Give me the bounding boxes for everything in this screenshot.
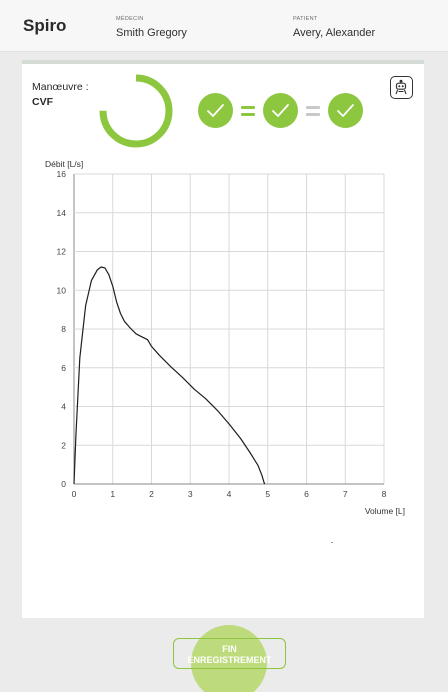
end-recording-button[interactable]: FIN ENREGISTREMENT <box>173 638 286 669</box>
x-tick-label: 2 <box>149 489 154 499</box>
x-tick-label: 4 <box>227 489 232 499</box>
y-tick-label: 4 <box>61 402 66 412</box>
y-axis-label: Débit [L/s] <box>45 159 83 169</box>
doctor-name: Smith Gregory <box>116 27 187 39</box>
measurement-card: Manœuvre : CVF Débit [L/s] Volume [L] 01… <box>22 60 424 618</box>
y-tick-label: 2 <box>61 440 66 450</box>
y-tick-label: 10 <box>57 285 67 295</box>
x-tick-label: 0 <box>72 489 77 499</box>
flow-volume-curve <box>73 266 266 485</box>
y-tick-label: 12 <box>57 247 67 257</box>
x-tick-label: 5 <box>265 489 270 499</box>
x-tick-label: 6 <box>304 489 309 499</box>
y-tick-label: 8 <box>61 324 66 334</box>
app-title: Spiro <box>23 16 67 35</box>
dot-marker <box>331 542 333 543</box>
x-tick-label: 7 <box>343 489 348 499</box>
patient-name: Avery, Alexander <box>293 27 376 39</box>
y-tick-label: 6 <box>61 363 66 373</box>
header-bar: Spiro MÉDECIN Smith Gregory PATIENT Aver… <box>0 0 448 52</box>
x-axis-label: Volume [L] <box>365 506 405 516</box>
flow-volume-chart: Débit [L/s] Volume [L] 0 1 2 3 4 5 6 7 802468101… <box>45 159 405 516</box>
end-recording-line2: ENREGISTREMENT <box>187 655 272 665</box>
end-recording-line1: FIN <box>222 644 237 654</box>
x-tick-label: 8 <box>382 489 387 499</box>
patient-label: PATIENT <box>293 16 318 22</box>
x-tick-label: 1 <box>110 489 115 499</box>
doctor-label: MÉDECIN <box>116 16 144 22</box>
y-tick-label: 0 <box>61 479 66 489</box>
y-tick-label: 16 <box>57 169 67 179</box>
y-tick-label: 14 <box>57 208 67 218</box>
x-tick-label: 3 <box>188 489 193 499</box>
